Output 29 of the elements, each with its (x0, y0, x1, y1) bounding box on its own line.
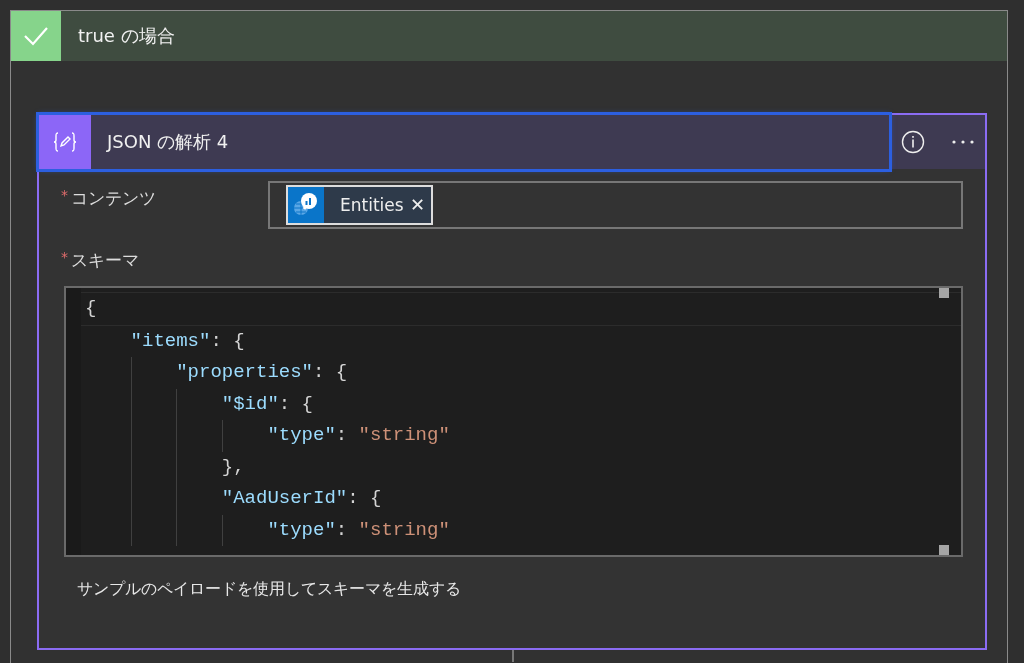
action-title: JSON の解析 4 (107, 130, 229, 154)
more-icon (951, 139, 975, 145)
info-button[interactable] (899, 128, 927, 156)
dynamic-content-token[interactable]: Entities ✕ (286, 185, 433, 225)
code-line: }, (221, 454, 245, 480)
scrollbar-handle[interactable] (939, 288, 949, 298)
checkmark-icon (23, 26, 49, 46)
condition-title: true の場合 (78, 24, 175, 48)
field-label: コンテンツ (71, 187, 156, 210)
condition-header[interactable]: true の場合 (11, 11, 1007, 61)
code-line: { (85, 296, 97, 321)
connector-line (512, 650, 514, 662)
code-line: "type": "string" (267, 517, 450, 543)
code-line: "properties": { (176, 360, 348, 385)
info-icon (901, 130, 925, 154)
braces-pencil-icon (52, 131, 78, 153)
field-label: スキーマ (71, 249, 139, 272)
remove-token-button[interactable]: ✕ (407, 187, 431, 223)
code-line: "$id": { (221, 391, 313, 417)
code-line: "items": { (130, 328, 245, 354)
code-line: "AadUserId": { (221, 486, 382, 511)
required-asterisk: * (61, 249, 68, 265)
generate-schema-link[interactable]: サンプルのペイロードを使用してスキーマを生成する (77, 579, 985, 600)
required-asterisk: * (61, 187, 68, 203)
content-input-field[interactable]: Entities ✕ (268, 181, 963, 229)
chat-chart-icon (292, 192, 320, 218)
code-line: "type": "string" (267, 423, 450, 448)
scrollbar-handle[interactable] (939, 545, 949, 555)
schema-code-editor[interactable]: { "items": { "properties": { "$id": { "type": "string" }, "AadUserId": { "type": "string" (64, 286, 963, 557)
